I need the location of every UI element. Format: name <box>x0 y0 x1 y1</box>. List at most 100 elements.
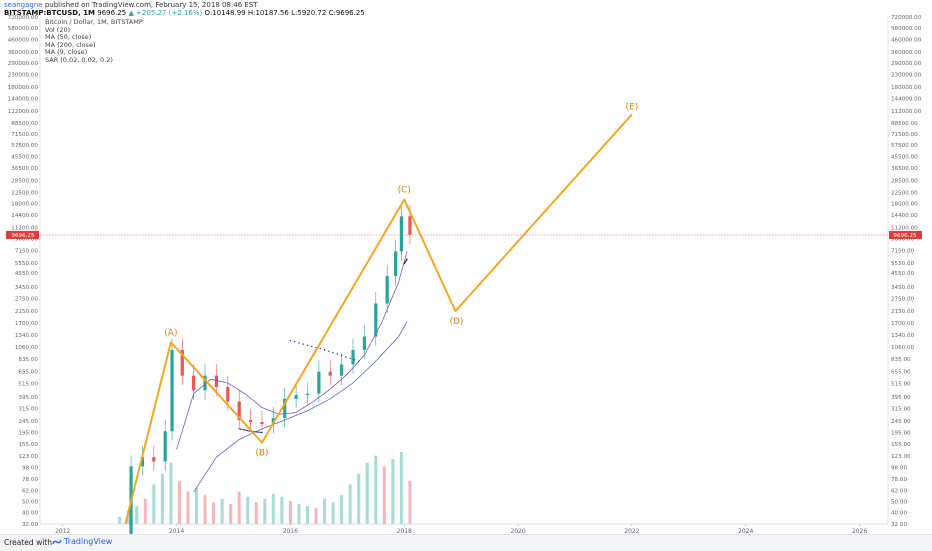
candle-body <box>294 394 298 399</box>
volume-bar <box>323 498 327 524</box>
y-tick-label-left: 460000.00 <box>8 38 39 44</box>
last-price-label-right: 9696.25 <box>893 233 917 239</box>
sar-dot <box>245 429 248 432</box>
volume-bar <box>143 498 147 524</box>
y-tick-label-right: 40.00 <box>891 511 907 517</box>
y-tick-label-right: 98.00 <box>891 465 907 471</box>
sar-dot <box>239 428 242 430</box>
y-tick-label-left: 1060.00 <box>15 345 39 351</box>
y-tick-label-right: 22500.00 <box>891 190 918 196</box>
y-tick-label-left: 2150.00 <box>15 309 39 315</box>
y-tick-label-left: 40.00 <box>22 511 38 517</box>
volume-bar <box>288 500 292 524</box>
footer-bar: Created with TradingView <box>0 534 932 551</box>
candle-body <box>399 216 403 252</box>
y-tick-label-left: 62.00 <box>22 489 38 495</box>
y-tick-label-right: 14400.00 <box>891 213 918 219</box>
candle-body <box>328 371 332 376</box>
candle-body <box>152 457 156 462</box>
volume-bar <box>220 498 224 524</box>
candle-body <box>351 349 355 365</box>
volume-bar <box>186 491 190 524</box>
y-tick-label-left: 315.00 <box>18 406 38 412</box>
y-tick-label-right: 18000.00 <box>891 202 918 208</box>
candle-body <box>260 422 264 425</box>
candle-body <box>226 386 230 402</box>
sar-dot <box>242 429 245 431</box>
volume-bar <box>365 462 369 524</box>
y-tick-label-right: 290000.00 <box>891 61 922 67</box>
y-tick-label-left: 1340.00 <box>15 333 39 339</box>
sar-dot <box>238 428 240 430</box>
y-tick-label-left: 57500.00 <box>11 143 38 149</box>
y-tick-label-left: 195.00 <box>18 431 38 437</box>
candle-body <box>340 364 344 376</box>
y-tick-label-right: 155.00 <box>891 442 911 448</box>
y-tick-label-right: 580000.00 <box>891 26 922 32</box>
tradingview-brand[interactable]: TradingView <box>64 537 112 546</box>
sar-dot <box>332 351 334 354</box>
chart-screenshot: seangagne published on TradingView.com, … <box>0 0 932 551</box>
y-tick-label-right: 655.00 <box>891 369 911 375</box>
sar-dot <box>323 349 326 351</box>
volume-bar <box>357 473 361 524</box>
volume-bar <box>348 484 352 524</box>
y-tick-label-right: 2150.00 <box>891 309 915 315</box>
volume-bar <box>177 480 181 524</box>
volume-bar <box>135 506 139 524</box>
volume-bar <box>280 496 284 524</box>
y-tick-label-left: 720000.00 <box>8 15 39 21</box>
y-tick-label-left: 32.00 <box>22 522 38 528</box>
volume-bar <box>237 491 241 524</box>
volume-bar <box>408 480 412 524</box>
sar-dot <box>336 353 339 355</box>
candle-body <box>192 375 196 391</box>
wave-label: (C) <box>398 186 411 196</box>
created-with-label: Created with <box>4 538 52 547</box>
y-tick-label-right: 112000.00 <box>891 109 922 115</box>
y-tick-label-right: 230000.00 <box>891 73 922 79</box>
y-tick-label-right: 245.00 <box>891 419 911 425</box>
wave-label: (A) <box>164 328 177 338</box>
y-tick-label-right: 3450.00 <box>891 285 915 291</box>
sar-dot <box>261 431 263 434</box>
y-tick-label-left: 835.00 <box>18 357 38 363</box>
y-tick-label-left: 71500.00 <box>11 132 38 138</box>
volume-bar <box>374 455 378 524</box>
y-tick-label-right: 144000.00 <box>891 96 922 102</box>
y-tick-label-right: 71500.00 <box>891 132 918 138</box>
sar-dot <box>289 339 292 342</box>
y-tick-label-left: 395.00 <box>18 395 38 401</box>
volume-bar <box>305 506 309 524</box>
y-tick-label-right: 180000.00 <box>891 85 922 91</box>
sar-dot <box>241 428 243 431</box>
sar-dot <box>244 429 246 431</box>
y-tick-label-right: 5550.00 <box>891 261 915 267</box>
ma-fast-line <box>176 251 408 450</box>
tradingview-logo-icon <box>52 539 62 545</box>
y-tick-label-right: 515.00 <box>891 381 911 387</box>
y-tick-label-left: 36500.00 <box>11 166 38 172</box>
sar-dot <box>311 345 313 348</box>
volume-bar <box>382 466 386 524</box>
candle-body <box>317 371 321 394</box>
sar-dot <box>406 258 408 260</box>
y-tick-label-left: 3450.00 <box>15 285 39 291</box>
sar-dot <box>259 431 262 434</box>
sar-dot <box>247 429 249 432</box>
volume-bar <box>297 503 301 524</box>
price-chart[interactable]: 720000.00 720000.00 580000.00 580000.00 4600… <box>0 0 932 534</box>
sar-dot <box>298 342 300 344</box>
y-tick-label-left: 155.00 <box>18 442 38 448</box>
sar-dot <box>353 359 356 361</box>
y-tick-label-left: 18000.00 <box>11 202 38 208</box>
y-tick-label-right: 62.00 <box>891 489 907 495</box>
y-tick-label-left: 7150.00 <box>15 248 39 254</box>
y-tick-label-right: 195.00 <box>891 431 911 437</box>
y-tick-label-left: 5550.00 <box>15 261 39 267</box>
candle-body <box>170 349 174 432</box>
y-tick-label-right: 57500.00 <box>891 143 918 149</box>
y-tick-label-right: 720000.00 <box>891 15 922 21</box>
volume-bar <box>399 452 403 524</box>
y-tick-label-right: 50.00 <box>891 499 907 505</box>
